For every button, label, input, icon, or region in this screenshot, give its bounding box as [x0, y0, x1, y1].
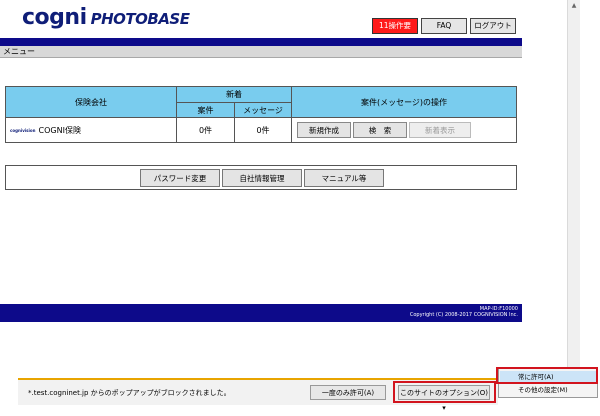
- allow-once-button[interactable]: 一度のみ許可(A): [310, 385, 386, 400]
- utility-button-box: パスワード変更 自社情報管理 マニュアル等: [5, 165, 517, 190]
- col-operations-header: 案件(メッセージ)の操作: [291, 86, 517, 118]
- manuals-button[interactable]: マニュアル等: [304, 169, 384, 187]
- operations-cell: 新規作成検 索新着表示: [291, 117, 517, 143]
- col-new-header: 新着: [176, 86, 292, 103]
- table-row: cognivision COGNI保険 0件 0件 新規作成検 索新着表示: [5, 117, 517, 143]
- col-company-header: 保険会社: [5, 86, 177, 118]
- cogni-photobase-logo: cogni PHOTOBASE: [22, 5, 190, 30]
- new-cases-count: 0件: [176, 117, 235, 143]
- scroll-up-icon[interactable]: ▲: [568, 2, 580, 9]
- footer-bar: MAP-ID:F10000 Copyright (C) 2008-2017 CO…: [0, 304, 522, 322]
- menu-title-bar: メニュー: [0, 46, 522, 58]
- app-window: cogni PHOTOBASE 11操作要 FAQ ログアウト メニュー 保険会社…: [0, 0, 522, 322]
- company-name: COGNI保険: [38, 125, 81, 135]
- always-allow-highlight: [496, 367, 598, 384]
- col-messages-header: メッセージ: [234, 102, 292, 118]
- header-divider-bar: [0, 38, 522, 46]
- logo-cogni-text: cogni: [22, 5, 87, 30]
- other-settings-item[interactable]: その他の設定(M): [500, 384, 596, 396]
- company-logo: cognivision: [10, 127, 36, 133]
- new-case-button[interactable]: 新規作成: [297, 122, 351, 138]
- operations-button[interactable]: 11操作要: [372, 18, 418, 34]
- change-password-button[interactable]: パスワード変更: [140, 169, 220, 187]
- table-header-row: 保険会社 新着 案件(メッセージ)の操作: [5, 86, 517, 118]
- new-messages-count: 0件: [234, 117, 292, 143]
- copyright: Copyright (C) 2008-2017 COGNIVISION Inc.: [409, 312, 518, 318]
- logout-button[interactable]: ログアウト: [470, 18, 516, 34]
- insurer-table: 保険会社 新着 案件(メッセージ)の操作 案件 メッセージ cognivisio…: [5, 86, 517, 143]
- popup-blocked-message: *.test.cogninet.jp からのポップアップがブロックされました。: [28, 389, 231, 397]
- menu-title: メニュー: [3, 47, 35, 56]
- faq-button[interactable]: FAQ: [421, 18, 467, 34]
- vertical-scrollbar[interactable]: ▲: [567, 0, 580, 370]
- show-new-button: 新着表示: [409, 122, 471, 138]
- logo-photobase-text: PHOTOBASE: [90, 10, 190, 28]
- company-cell: cognivision COGNI保険: [5, 117, 177, 143]
- company-info-button[interactable]: 自社情報管理: [222, 169, 302, 187]
- search-button[interactable]: 検 索: [353, 122, 407, 138]
- col-cases-header: 案件: [176, 102, 235, 118]
- site-options-highlight: [393, 381, 496, 403]
